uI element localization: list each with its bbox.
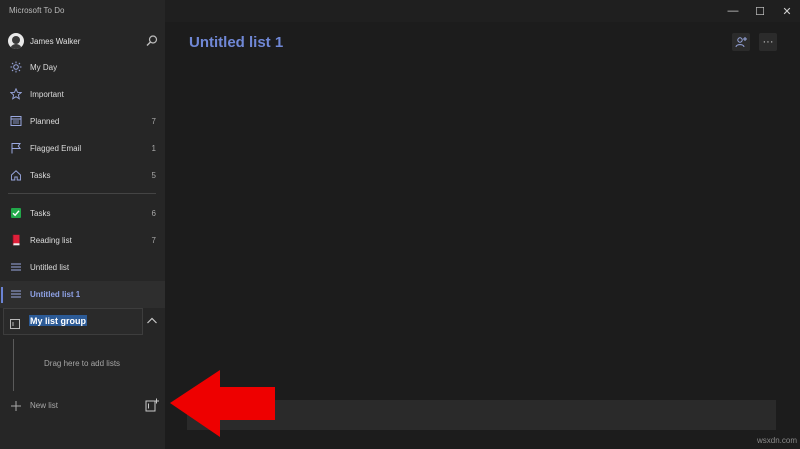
avatar-head: [12, 36, 20, 44]
minimize-icon: —: [727, 5, 739, 17]
sidebar-item-label: Important: [30, 90, 64, 99]
list-group-row[interactable]: My list group: [3, 308, 143, 335]
chevron-up-icon: [147, 317, 157, 324]
avatar: [8, 33, 24, 49]
sidebar-item-count: 7: [151, 117, 156, 126]
add-person-icon: [735, 37, 747, 48]
sidebar-item-count: 5: [151, 171, 156, 180]
sidebar-item-label: Untitled list 1: [30, 290, 81, 299]
red-book-icon: [10, 234, 22, 246]
sidebar-item-label: Tasks: [30, 209, 51, 218]
list-lines-icon: [10, 288, 22, 300]
minimize-button[interactable]: —: [720, 0, 746, 22]
account-row[interactable]: James Walker: [0, 31, 165, 53]
sidebar-item-reading-list[interactable]: Reading list 7: [0, 227, 165, 254]
sidebar-item-untitled-list-1[interactable]: Untitled list 1: [0, 281, 165, 308]
drag-hint: Drag here to add lists: [44, 359, 121, 368]
sidebar-item-tasks[interactable]: Tasks 5: [0, 162, 165, 189]
new-group-button[interactable]: [145, 398, 159, 412]
app-title: Microsoft To Do: [9, 6, 65, 15]
search-icon: [146, 35, 158, 46]
maximize-icon: ☐: [755, 5, 765, 18]
search-button[interactable]: [144, 33, 160, 49]
sidebar-item-count: 6: [151, 209, 156, 218]
selection-indicator: [1, 287, 3, 303]
sidebar-item-my-day[interactable]: My Day: [0, 54, 165, 81]
group-name-input[interactable]: My list group: [29, 315, 87, 326]
share-list-button[interactable]: [732, 33, 750, 51]
sidebar: James Walker My Day Important Planned 7 …: [0, 22, 165, 449]
group-icon: [10, 316, 20, 329]
avatar-body: [10, 44, 22, 49]
title-bar: Microsoft To Do — ☐ ✕: [0, 0, 800, 22]
calendar-icon: [10, 115, 22, 127]
close-button[interactable]: ✕: [774, 0, 800, 22]
list-title[interactable]: Untitled list 1: [189, 34, 283, 51]
list-lines-icon: [10, 261, 22, 273]
sidebar-item-count: 7: [151, 236, 156, 245]
new-list-button[interactable]: New list: [0, 394, 140, 418]
star-icon: [10, 88, 22, 100]
green-checkbox-icon: [10, 207, 22, 219]
flag-icon: [10, 142, 22, 154]
sidebar-item-count: 1: [151, 144, 156, 153]
sidebar-item-label: Flagged Email: [30, 144, 82, 153]
sidebar-item-untitled-list[interactable]: Untitled list: [0, 254, 165, 281]
more-options-button[interactable]: ···: [759, 33, 777, 51]
sidebar-item-flagged-email[interactable]: Flagged Email 1: [0, 135, 165, 162]
sun-icon: [10, 61, 22, 73]
sidebar-item-tasks-list[interactable]: Tasks 6: [0, 200, 165, 227]
group-indent-line: [13, 339, 14, 391]
sidebar-item-label: My Day: [30, 63, 58, 72]
red-arrow-annotation: [170, 370, 275, 437]
app-window: Microsoft To Do — ☐ ✕ James Walker My Da…: [0, 0, 800, 449]
maximize-button[interactable]: ☐: [747, 0, 773, 22]
more-icon: ···: [762, 35, 774, 48]
sidebar-item-label: Untitled list: [30, 263, 70, 272]
new-list-label: New list: [30, 401, 59, 410]
sidebar-item-planned[interactable]: Planned 7: [0, 108, 165, 135]
sidebar-divider: [8, 193, 156, 194]
close-icon: ✕: [782, 5, 792, 18]
user-name: James Walker: [30, 37, 81, 46]
plus-icon: [10, 399, 22, 411]
home-icon: [10, 169, 22, 181]
new-group-icon: [145, 398, 159, 412]
sidebar-item-label: Reading list: [30, 236, 72, 245]
sidebar-item-label: Planned: [30, 117, 60, 126]
watermark: wsxdn.com: [757, 436, 798, 445]
sidebar-item-important[interactable]: Important: [0, 81, 165, 108]
sidebar-item-label: Tasks: [30, 171, 51, 180]
collapse-group-button[interactable]: [144, 313, 160, 329]
